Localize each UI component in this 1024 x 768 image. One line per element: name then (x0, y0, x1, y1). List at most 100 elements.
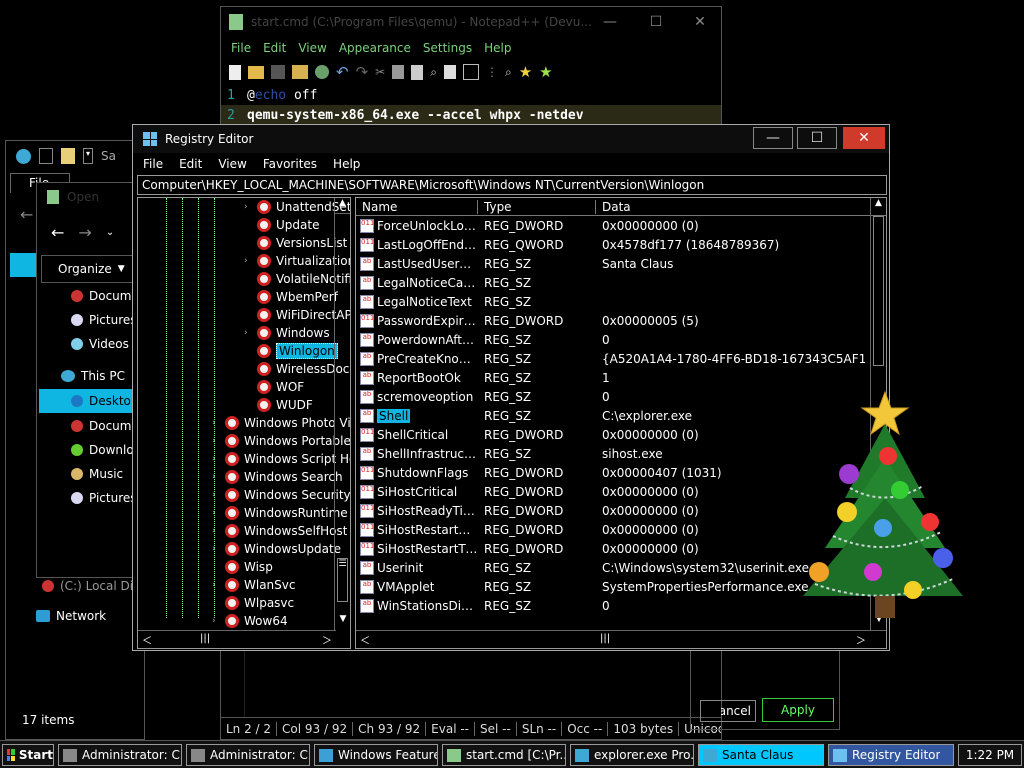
cancel-button[interactable]: Cancel (700, 700, 756, 722)
bookmark-add-icon[interactable]: ★ (539, 63, 552, 81)
npp-maximize-button[interactable]: ☐ (633, 9, 679, 35)
local-disk-item[interactable]: (C:) Local Disk (42, 579, 146, 593)
open-dialog-titlebar[interactable]: Open (37, 183, 145, 211)
tree-node[interactable]: › Windows Security (212, 486, 350, 504)
back-arrow-icon[interactable]: ← (51, 223, 64, 242)
column-header-name[interactable]: Name (356, 199, 478, 214)
new-file-icon[interactable] (229, 64, 241, 80)
tree-node[interactable]: ›Windows Photo Viewer (212, 414, 350, 432)
expand-chevron-icon[interactable]: › (212, 616, 220, 626)
tree-node[interactable]: Wlpasvc (212, 594, 294, 612)
scroll-down-icon[interactable]: ▼ (335, 614, 350, 630)
expand-chevron-icon[interactable]: › (212, 454, 220, 464)
regedit-minimize-button[interactable]: — (753, 127, 793, 149)
save-icon[interactable] (271, 65, 285, 79)
npp-menu-appearance[interactable]: Appearance (339, 41, 411, 55)
tree-node[interactable]: WOF (244, 378, 304, 396)
column-header-data[interactable]: Data (596, 200, 631, 214)
explorer-back-icon[interactable]: ← (20, 205, 33, 224)
tree-node[interactable]: › WindowsUpdate (212, 540, 341, 558)
npp-close-button[interactable]: ✕ (677, 9, 723, 35)
open-folder-icon[interactable] (248, 65, 264, 79)
tree-node[interactable]: ›Windows Script Host (212, 450, 350, 468)
registry-value-row[interactable]: ab LegalNoticeText REG_SZ (356, 292, 886, 311)
regedit-menu-view[interactable]: View (218, 157, 246, 171)
bookmark-star-icon[interactable]: ★ (519, 63, 532, 81)
tree-node[interactable]: › Wow64 (212, 612, 288, 630)
expand-chevron-icon[interactable]: › (212, 490, 220, 500)
registry-value-row[interactable]: abLastUsedUsername REG_SZ Santa Claus (356, 254, 886, 273)
tree-node[interactable]: ›Windows Portable Devices (212, 432, 350, 450)
indent-guide-icon[interactable]: ⋮ (486, 65, 498, 79)
expand-chevron-icon[interactable]: › (212, 526, 220, 536)
scroll-right-icon[interactable]: ＞ (856, 632, 866, 647)
expand-chevron-icon[interactable]: › (212, 544, 220, 554)
zoom-icon[interactable]: ⌕ (505, 65, 512, 80)
taskbar-button[interactable]: start.cmd [C:\Pr... (442, 744, 566, 766)
scroll-thumb[interactable]: ||| (600, 633, 610, 644)
expand-chevron-icon[interactable]: › (244, 328, 252, 338)
registry-value-row[interactable]: ab ReportBootOk REG_SZ 1 (356, 368, 886, 387)
taskbar-button[interactable]: Administrator: C... (58, 744, 182, 766)
scroll-up-icon[interactable]: ▲ (871, 198, 886, 214)
registry-value-row[interactable]: abPreCreateKnownFolders REG_SZ {A520A1A4-1… (356, 349, 886, 368)
registry-value-row[interactable]: 0110PasswordExpiryWarning REG_DWORD 0x0000… (356, 311, 886, 330)
regedit-menu-favorites[interactable]: Favorites (263, 157, 317, 171)
tree-node[interactable]: › Windows Search (212, 468, 343, 486)
organize-button[interactable]: Organize ▼ (41, 255, 141, 283)
explorer-dropdown-icon[interactable]: ▾ (83, 148, 93, 164)
scroll-thumb[interactable] (873, 216, 884, 366)
npp-editor[interactable]: 1 @ echo off 2 qemu-system-x86_64.exe --… (221, 85, 721, 125)
save-all-icon[interactable] (292, 65, 308, 79)
recent-dropdown-icon[interactable]: ⌄ (106, 227, 114, 238)
regedit-menu-edit[interactable]: Edit (179, 157, 202, 171)
replace-icon[interactable] (443, 65, 456, 79)
tree-node[interactable]: Wisp (212, 558, 273, 576)
nav-item-pc-pictures[interactable]: Pictures (71, 491, 137, 505)
tree-node[interactable]: VersionsList (244, 234, 347, 252)
taskbar-button[interactable]: Santa Claus (698, 744, 824, 766)
expand-chevron-icon[interactable]: › (244, 202, 252, 212)
scroll-thumb[interactable]: ☰ (337, 558, 348, 602)
expand-chevron-icon[interactable]: › (212, 508, 220, 518)
explorer-folder-icon[interactable] (61, 148, 75, 164)
scroll-up-icon[interactable]: ▲ (335, 198, 350, 214)
expand-chevron-icon[interactable]: › (212, 472, 220, 482)
tree-node[interactable]: › WindowsSelfHost (212, 522, 347, 540)
expand-chevron-icon[interactable]: › (212, 580, 220, 590)
clock[interactable]: 1:22 PM (958, 744, 1022, 766)
scroll-thumb[interactable]: ||| (200, 633, 210, 644)
registry-value-row[interactable]: 0110ForceUnlockLogon REG_DWORD 0x00000000 … (356, 216, 886, 235)
tree-node[interactable]: › WindowsRuntime (212, 504, 348, 522)
column-header-type[interactable]: Type (478, 199, 596, 214)
word-wrap-icon[interactable] (462, 64, 479, 80)
nav-item-this-pc[interactable]: This PC (61, 369, 125, 383)
expand-chevron-icon[interactable]: › (212, 436, 220, 446)
regedit-menu-file[interactable]: File (143, 157, 163, 171)
tree-node[interactable]: WbemPerf (244, 288, 338, 306)
regedit-close-button[interactable]: ✕ (843, 127, 885, 149)
regedit-maximize-button[interactable]: ☐ (797, 127, 837, 149)
nav-item-pictures[interactable]: Pictures (71, 313, 137, 327)
taskbar-button[interactable]: explorer.exe Pro... (570, 744, 694, 766)
reload-icon[interactable] (315, 65, 329, 79)
expand-chevron-icon[interactable]: › (212, 418, 220, 428)
nav-item-videos[interactable]: Videos (71, 337, 129, 351)
undo-icon[interactable]: ↶ (336, 63, 349, 81)
npp-menu-settings[interactable]: Settings (423, 41, 472, 55)
npp-menu-help[interactable]: Help (484, 41, 511, 55)
tree-node[interactable]: › WlanSvc (212, 576, 295, 594)
apply-button[interactable]: Apply (762, 698, 834, 722)
explorer-titlebar[interactable]: ▾ Sa (6, 141, 144, 171)
scroll-left-icon[interactable]: ＜ (360, 632, 370, 647)
npp-minimize-button[interactable]: — (587, 9, 633, 35)
copy-icon[interactable] (392, 65, 405, 79)
taskbar-button[interactable]: Registry Editor (828, 744, 954, 766)
npp-menu-file[interactable]: File (231, 41, 251, 55)
find-icon[interactable]: ⌕ (430, 65, 437, 80)
tree-hscrollbar[interactable]: ＜ ||| ＞ (138, 630, 336, 648)
tree-node[interactable]: Winlogon (244, 342, 338, 360)
registry-value-row[interactable]: abPowerdownAfterShutdown REG_SZ 0 (356, 330, 886, 349)
registry-value-row[interactable]: 0110LastLogOffEndTimePerfCounter REG_QWOR… (356, 235, 886, 254)
redo-icon[interactable]: ↷ (356, 63, 369, 81)
